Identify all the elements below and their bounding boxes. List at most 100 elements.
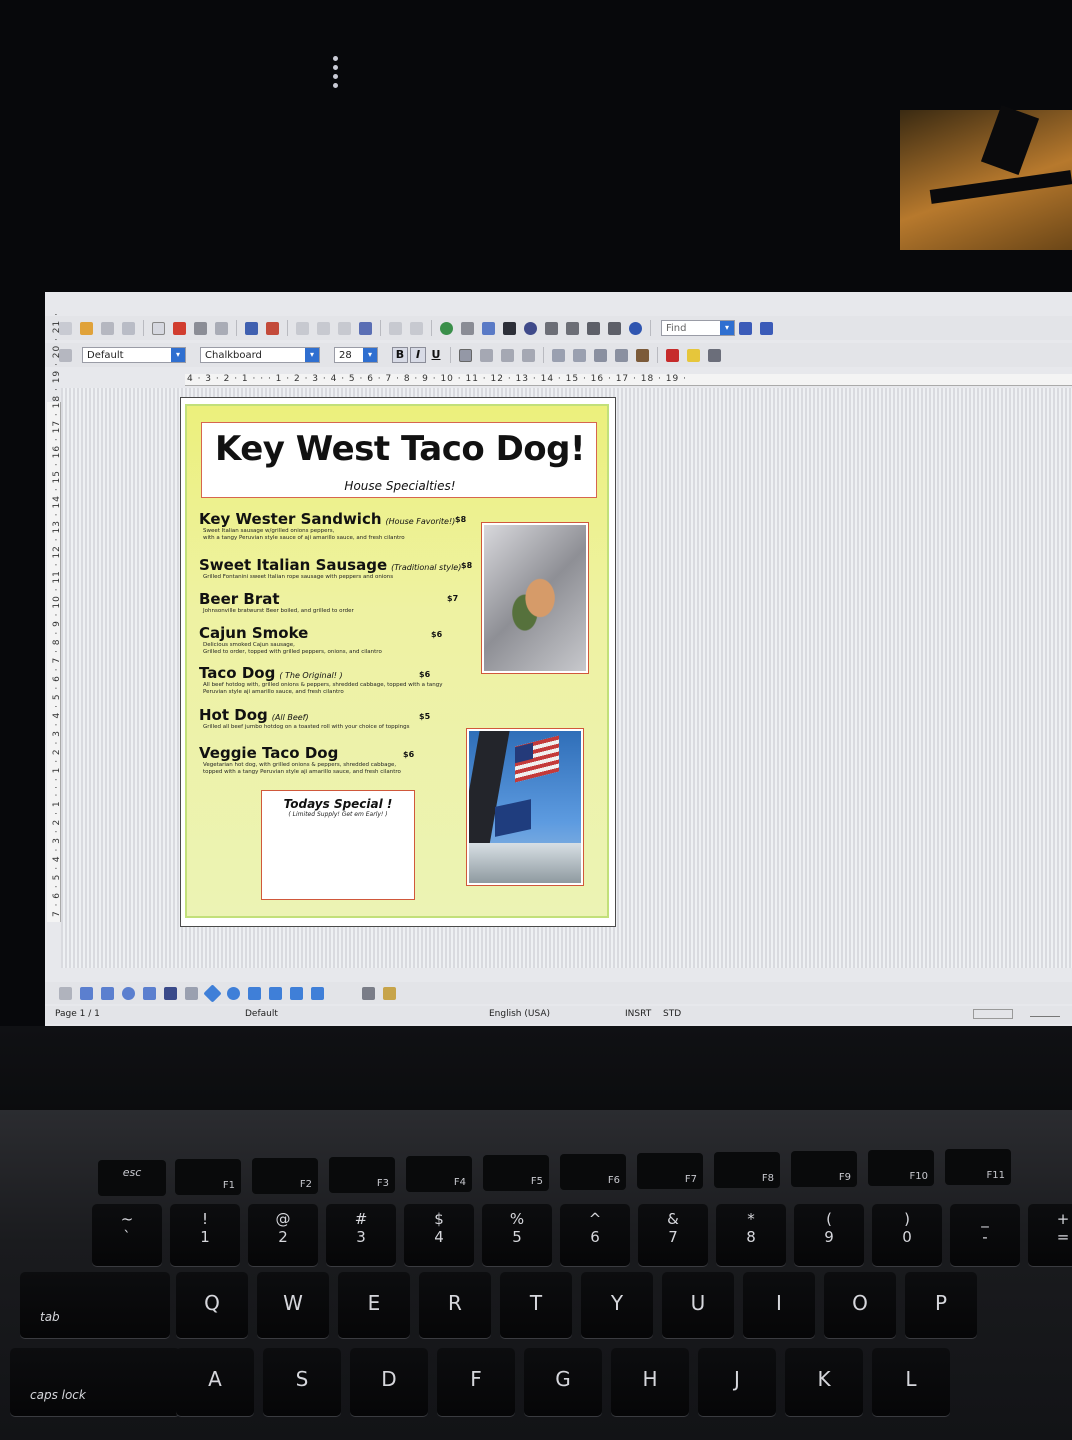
key-q[interactable]: Q: [176, 1272, 248, 1338]
key-f4[interactable]: F4: [406, 1156, 472, 1192]
increase-indent-icon[interactable]: [615, 348, 628, 362]
font-color-icon[interactable]: [666, 348, 679, 362]
key-e[interactable]: E: [338, 1272, 410, 1338]
key-u[interactable]: U: [662, 1272, 734, 1338]
paragraph-format-icon[interactable]: [636, 348, 649, 362]
key-`[interactable]: ~ `: [92, 1204, 162, 1266]
show-draw-functions-icon[interactable]: [482, 321, 495, 335]
menu-item[interactable]: Sweet Italian Sausage (Traditional style)…: [199, 556, 499, 581]
chevron-down-icon[interactable]: ▾: [363, 348, 377, 362]
key-f[interactable]: F: [437, 1348, 515, 1416]
key-g[interactable]: G: [524, 1348, 602, 1416]
ellipse-icon[interactable]: [122, 986, 135, 1000]
zoom-slider[interactable]: [1030, 1009, 1060, 1017]
flowchart-icon[interactable]: [269, 986, 282, 1000]
key-w[interactable]: W: [257, 1272, 329, 1338]
align-right-icon[interactable]: [501, 348, 514, 362]
key-f2[interactable]: F2: [252, 1158, 318, 1194]
menu-item[interactable]: Hot Dog (All Beef) $5 Grilled all beef ju…: [199, 706, 499, 731]
view-layout-icon[interactable]: [973, 1009, 1013, 1019]
numbering-icon[interactable]: [552, 348, 565, 362]
todays-special-frame[interactable]: Todays Special ! ( Limited Supply! Get e…: [261, 790, 415, 900]
paragraph-style-select[interactable]: Default ▾: [82, 347, 186, 363]
key-s[interactable]: S: [263, 1348, 341, 1416]
from-file-icon[interactable]: [362, 986, 375, 1000]
rectangle-icon[interactable]: [101, 986, 114, 1000]
menu-item[interactable]: Taco Dog( The Original! ) $6 All beef ho…: [199, 664, 499, 696]
key-f7[interactable]: F7: [637, 1153, 703, 1189]
email-icon[interactable]: [122, 321, 135, 335]
key-esc[interactable]: esc: [98, 1160, 166, 1196]
background-color-icon[interactable]: [708, 348, 721, 362]
print-icon[interactable]: [194, 321, 207, 335]
menu-item[interactable]: Veggie Taco Dog $6 Vegetarian hot dog, w…: [199, 744, 499, 776]
chevron-down-icon[interactable]: ▾: [720, 321, 734, 335]
cut-icon[interactable]: [296, 321, 309, 335]
key-l[interactable]: L: [872, 1348, 950, 1416]
table-icon[interactable]: [461, 321, 474, 335]
bullets-icon[interactable]: [573, 348, 586, 362]
key-f6[interactable]: F6: [560, 1154, 626, 1190]
font-name-select[interactable]: Chalkboard ▾: [200, 347, 320, 363]
autospellcheck-icon[interactable]: [266, 321, 279, 335]
chevron-down-icon[interactable]: ▾: [171, 348, 185, 362]
key-2[interactable]: @2: [248, 1204, 318, 1266]
key--[interactable]: _ -: [950, 1204, 1020, 1266]
menu-item[interactable]: Beer Brat $7 Johnsonville bratwurst Beer…: [199, 590, 499, 615]
text-icon[interactable]: [164, 986, 177, 1000]
key-7[interactable]: & 7: [638, 1204, 708, 1266]
clone-formatting-icon[interactable]: [359, 321, 372, 335]
export-pdf-icon[interactable]: [173, 321, 186, 335]
key-caps-lock[interactable]: caps lock: [10, 1348, 180, 1416]
key-j[interactable]: J: [698, 1348, 776, 1416]
save-icon[interactable]: [101, 321, 114, 335]
freeform-icon[interactable]: [143, 986, 156, 1000]
key-0[interactable]: ) 0: [872, 1204, 942, 1266]
key-a[interactable]: A: [176, 1348, 254, 1416]
zoom-icon[interactable]: [608, 321, 621, 335]
status-language[interactable]: English (USA): [489, 1009, 550, 1019]
status-insert-mode[interactable]: INSRT: [625, 1009, 651, 1019]
copy-icon[interactable]: [317, 321, 330, 335]
key-y[interactable]: Y: [581, 1272, 653, 1338]
symbol-shapes-icon[interactable]: [227, 986, 240, 1000]
key-9[interactable]: (9: [794, 1204, 864, 1266]
print-preview-icon[interactable]: [215, 321, 228, 335]
chevron-down-icon[interactable]: ▾: [305, 348, 319, 362]
callout-icon[interactable]: [185, 986, 198, 1000]
document-page[interactable]: Key West Taco Dog! House Specialties! Ke…: [180, 397, 616, 927]
decrease-indent-icon[interactable]: [594, 348, 607, 362]
block-arrows-icon[interactable]: [248, 986, 261, 1000]
navigator-icon[interactable]: [524, 321, 537, 335]
key-r[interactable]: R: [419, 1272, 491, 1338]
key-t[interactable]: T: [500, 1272, 572, 1338]
undo-icon[interactable]: [389, 321, 402, 335]
key-f8[interactable]: F8: [714, 1152, 780, 1188]
key-d[interactable]: D: [350, 1348, 428, 1416]
key-h[interactable]: H: [611, 1348, 689, 1416]
key-1[interactable]: ! 1: [170, 1204, 240, 1266]
food-photo[interactable]: [481, 522, 589, 674]
font-size-select[interactable]: 28 ▾: [334, 347, 378, 363]
help-icon[interactable]: [629, 321, 642, 335]
find-replace-icon[interactable]: [503, 321, 516, 335]
align-left-icon[interactable]: [459, 348, 472, 362]
underline-button[interactable]: U: [428, 347, 444, 363]
key-3[interactable]: #3: [326, 1204, 396, 1266]
key-f3[interactable]: F3: [329, 1157, 395, 1193]
key-o[interactable]: O: [824, 1272, 896, 1338]
find-input[interactable]: Find ▾: [661, 320, 735, 336]
key-tab[interactable]: tab: [20, 1272, 170, 1338]
key-p[interactable]: P: [905, 1272, 977, 1338]
formatting-marks-icon[interactable]: [587, 321, 600, 335]
select-arrow-icon[interactable]: [59, 986, 72, 1000]
key-k[interactable]: K: [785, 1348, 863, 1416]
key-=[interactable]: + =: [1028, 1204, 1072, 1266]
key-5[interactable]: % 5: [482, 1204, 552, 1266]
bold-button[interactable]: B: [392, 347, 408, 363]
key-f5[interactable]: F5: [483, 1155, 549, 1191]
fontwork-icon[interactable]: [383, 986, 396, 1000]
align-center-icon[interactable]: [480, 348, 493, 362]
horizontal-ruler[interactable]: 4 · 3 · 2 · 1 · · · 1 · 2 · 3 · 4 · 5 · …: [185, 374, 1072, 386]
open-folder-icon[interactable]: [80, 321, 93, 335]
